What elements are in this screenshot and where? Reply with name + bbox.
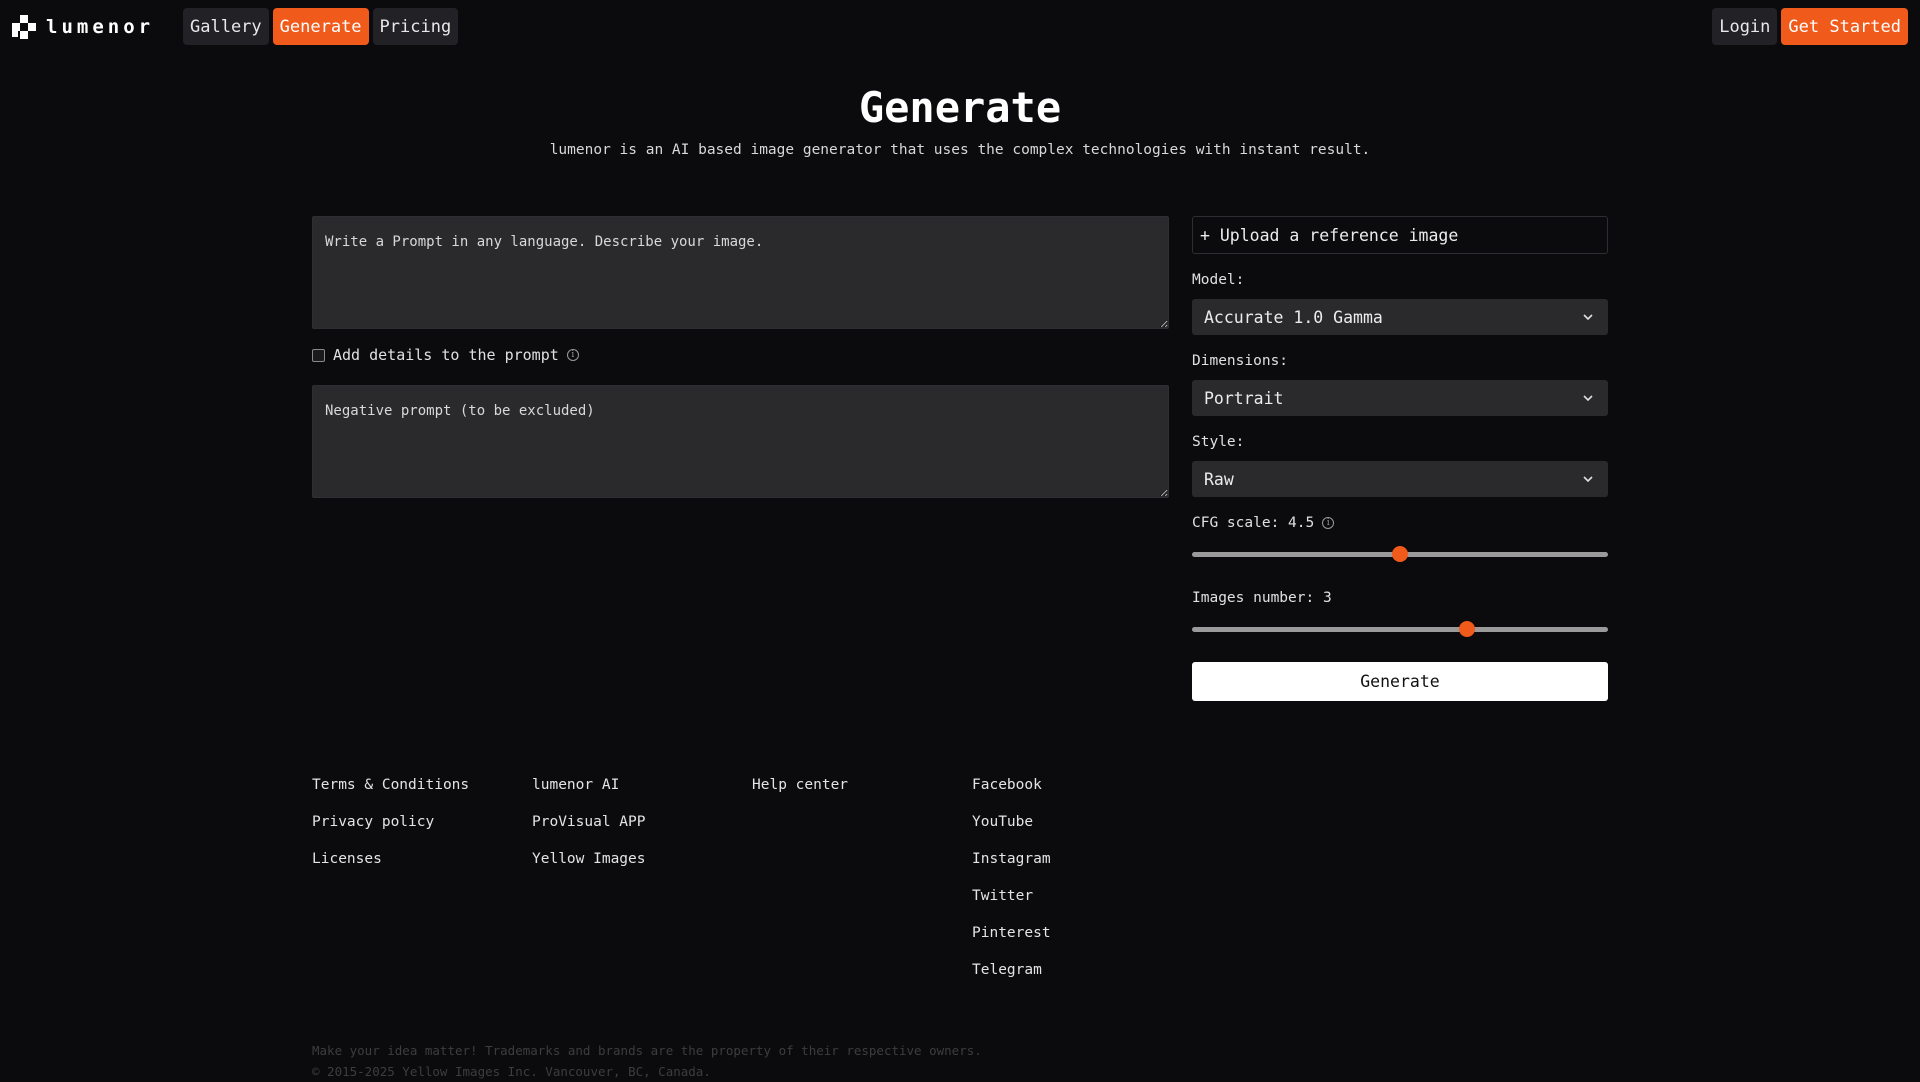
footer-link[interactable]: Yellow Images [532,849,646,886]
slider-thumb[interactable] [1458,621,1475,637]
prompt-input[interactable] [312,216,1169,329]
dimensions-select[interactable]: Portrait [1192,380,1608,416]
slider-thumb[interactable] [1392,546,1408,562]
get-started-button[interactable]: Get Started [1781,8,1908,45]
page-title: Generate [858,83,1062,132]
footer-link[interactable]: Licenses [312,849,469,886]
info-icon[interactable]: i [566,349,579,361]
footer-column-products: lumenor AI ProVisual APP Yellow Images [532,775,646,886]
footer-link[interactable]: YouTube [972,812,1051,849]
dimensions-value: Portrait [1204,388,1284,408]
cfg-scale-label-row: CFG scale: 4.5 i [1192,515,1335,531]
nav-gallery-button[interactable]: Gallery [183,8,269,45]
chevron-down-icon [1583,314,1593,321]
auth-actions: Login Get Started [1712,8,1908,45]
brand-name: lumenor [46,16,155,38]
style-label: Style: [1192,434,1245,450]
main-nav: Gallery Generate Pricing [183,8,459,45]
logo-icon [12,15,36,39]
page-subtitle: lumenor is an AI based image generator t… [549,142,1371,158]
add-details-checkbox[interactable] [312,348,325,362]
images-number-label: Images number: 3 [1192,590,1332,606]
chevron-down-icon [1583,476,1593,483]
footer-link[interactable]: Twitter [972,886,1051,923]
negative-prompt-input[interactable] [312,385,1169,498]
images-number-slider[interactable] [1192,620,1608,638]
chevron-down-icon [1583,395,1593,402]
upload-reference-button[interactable]: + Upload a reference image [1192,216,1608,254]
generate-button[interactable]: Generate [1192,662,1608,701]
footer-link[interactable]: Instagram [972,849,1051,886]
footer-link[interactable]: Privacy policy [312,812,469,849]
style-value: Raw [1204,469,1234,489]
legal-notice: Make your idea matter! Trademarks and br… [312,1040,982,1082]
legal-line: Make your idea matter! Trademarks and br… [312,1043,982,1058]
style-select[interactable]: Raw [1192,461,1608,497]
footer-link[interactable]: Telegram [972,960,1051,997]
footer-link[interactable]: ProVisual APP [532,812,646,849]
copyright-line: © 2015-2025 Yellow Images Inc. Vancouver… [312,1064,711,1079]
footer-link[interactable]: lumenor AI [532,775,646,812]
model-select[interactable]: Accurate 1.0 Gamma [1192,299,1608,335]
add-details-label: Add details to the prompt [333,346,559,364]
login-button[interactable]: Login [1712,8,1778,45]
cfg-scale-slider[interactable] [1192,545,1608,563]
top-header: lumenor Gallery Generate Pricing Login G… [0,0,1920,54]
footer-column-legal: Terms & Conditions Privacy policy Licens… [312,775,469,886]
footer-link[interactable]: Pinterest [972,923,1051,960]
footer-link[interactable]: Help center [752,775,848,812]
footer-column-support: Help center [752,775,848,812]
nav-pricing-button[interactable]: Pricing [372,8,459,45]
model-label: Model: [1192,272,1245,288]
nav-generate-button[interactable]: Generate [272,8,369,45]
footer-link[interactable]: Facebook [972,775,1051,812]
footer-column-social: Facebook YouTube Instagram Twitter Pinte… [972,775,1051,997]
brand-logo[interactable]: lumenor [12,15,154,39]
model-value: Accurate 1.0 Gamma [1204,307,1383,327]
info-icon[interactable]: i [1322,517,1335,529]
add-details-row: Add details to the prompt i [312,346,579,364]
dimensions-label: Dimensions: [1192,353,1289,369]
footer-link[interactable]: Terms & Conditions [312,775,469,812]
cfg-scale-label: CFG scale: 4.5 [1192,515,1315,531]
slider-track [1192,627,1608,632]
